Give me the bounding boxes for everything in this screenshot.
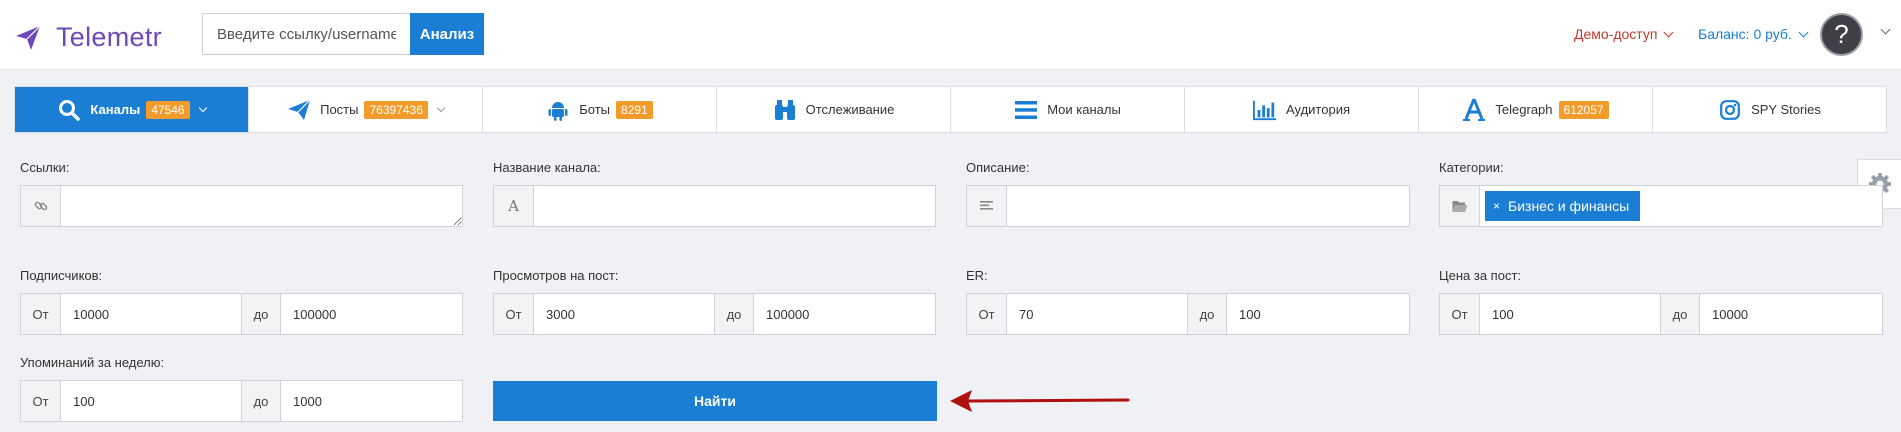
price-per-post-label: Цена за пост: [1439,268,1522,283]
chevron-down-icon [1664,27,1674,37]
balance-label: Баланс: 0 руб. [1698,26,1792,42]
subscribers-range: От до [20,293,463,335]
tab-channels-count-badge: 47546 [146,100,190,119]
from-label: От [494,294,534,334]
to-label: до [1660,294,1700,334]
tab-audience-label: Аудитория [1285,102,1350,117]
avatar[interactable]: ? [1820,13,1863,56]
red-arrow-annotation-icon [950,390,1130,412]
from-label: От [21,294,61,334]
from-label: От [967,294,1007,334]
categories-field[interactable]: × Бизнес и финансы [1439,185,1883,227]
bar-chart-icon [1252,98,1277,122]
to-label: до [241,294,281,334]
subscribers-from-input[interactable] [61,294,241,334]
links-label: Ссылки: [20,160,70,175]
folder-open-icon [1440,186,1480,226]
views-range: От до [493,293,936,335]
binoculars-icon [773,98,797,122]
er-range: От до [966,293,1410,335]
tab-channels-label: Каналы [90,102,141,117]
channel-name-field: A [493,185,936,227]
paper-plane-logo-icon [16,25,41,50]
avatar-chevron-down-icon[interactable] [1880,24,1891,35]
search-input[interactable] [202,13,410,55]
tab-tracking[interactable]: Отслеживание [717,87,951,132]
paper-plane-icon [287,98,311,122]
tab-my-channels-label: Мои каналы [1047,102,1121,117]
find-button[interactable]: Найти [493,381,937,421]
tab-tracking-label: Отслеживание [805,102,895,117]
tab-posts-label: Посты [320,102,359,117]
from-label: От [21,381,61,421]
tab-posts[interactable]: Посты 76397436 [249,87,483,132]
link-icon [21,186,61,226]
to-label: до [1187,294,1227,334]
logo[interactable]: Telemetr [14,22,162,53]
mentions-from-input[interactable] [61,381,241,421]
er-to-input[interactable] [1227,294,1409,334]
er-from-input[interactable] [1007,294,1187,334]
analyze-button[interactable]: Анализ [410,13,484,55]
links-input[interactable] [61,186,462,226]
channel-name-input[interactable] [534,186,935,226]
views-from-input[interactable] [534,294,714,334]
category-chip-label: Бизнес и финансы [1508,198,1630,214]
tab-telegraph[interactable]: Telegraph 612057 [1419,87,1653,132]
mentions-range: От до [20,380,463,422]
category-chip[interactable]: × Бизнес и финансы [1485,191,1641,221]
chevron-down-icon [198,103,207,112]
search-icon [57,98,81,122]
tab-bots[interactable]: Боты 8291 [483,87,717,132]
description-input[interactable] [1007,186,1409,226]
text-icon: A [494,186,534,226]
tab-my-channels[interactable]: Мои каналы [951,87,1185,132]
categories-label: Категории: [1439,160,1504,175]
balance-dropdown[interactable]: Баланс: 0 руб. [1698,26,1809,42]
tab-bots-count-badge: 8291 [616,100,653,119]
mentions-per-week-label: Упоминаний за неделю: [20,355,165,370]
chevron-down-icon [436,103,446,112]
tab-telegraph-count-badge: 612057 [1558,100,1609,119]
price-to-input[interactable] [1700,294,1882,334]
price-from-input[interactable] [1480,294,1660,334]
align-left-icon [967,186,1007,226]
remove-category-icon[interactable]: × [1493,199,1500,213]
channel-name-label: Название канала: [493,160,601,175]
tab-bots-label: Боты [579,102,611,117]
mentions-to-input[interactable] [281,381,462,421]
to-label: до [241,381,281,421]
demo-access-dropdown[interactable]: Демо-доступ [1574,26,1674,42]
from-label: От [1440,294,1480,334]
tab-telegraph-label: Telegraph [1495,102,1553,117]
tab-channels[interactable]: Каналы 47546 [15,87,249,132]
views-per-post-label: Просмотров на пост: [493,268,619,283]
header: Telemetr Анализ Демо-доступ Баланс: 0 ру… [0,0,1901,70]
links-field [20,185,463,227]
description-field [966,185,1410,227]
demo-access-label: Демо-доступ [1574,26,1658,42]
subscribers-to-input[interactable] [281,294,462,334]
price-range: От до [1439,293,1883,335]
er-label: ER: [966,268,988,283]
tab-posts-count-badge: 76397436 [364,100,428,119]
logo-text: Telemetr [56,22,162,52]
instagram-icon [1718,98,1742,122]
search-bar: Анализ [202,13,484,55]
list-icon [1014,98,1038,122]
tab-spy-stories-label: SPY Stories [1751,102,1821,117]
serif-a-icon [1462,97,1486,122]
description-label: Описание: [966,160,1030,175]
android-icon [546,98,570,122]
to-label: до [714,294,754,334]
tab-spy-stories[interactable]: SPY Stories [1653,87,1886,132]
tab-audience[interactable]: Аудитория [1185,87,1419,132]
subscribers-label: Подписчиков: [20,268,103,283]
main-nav: Каналы 47546 Посты 76397436 Боты 8291 От… [14,86,1887,133]
views-to-input[interactable] [754,294,935,334]
chevron-down-icon [1798,27,1809,37]
